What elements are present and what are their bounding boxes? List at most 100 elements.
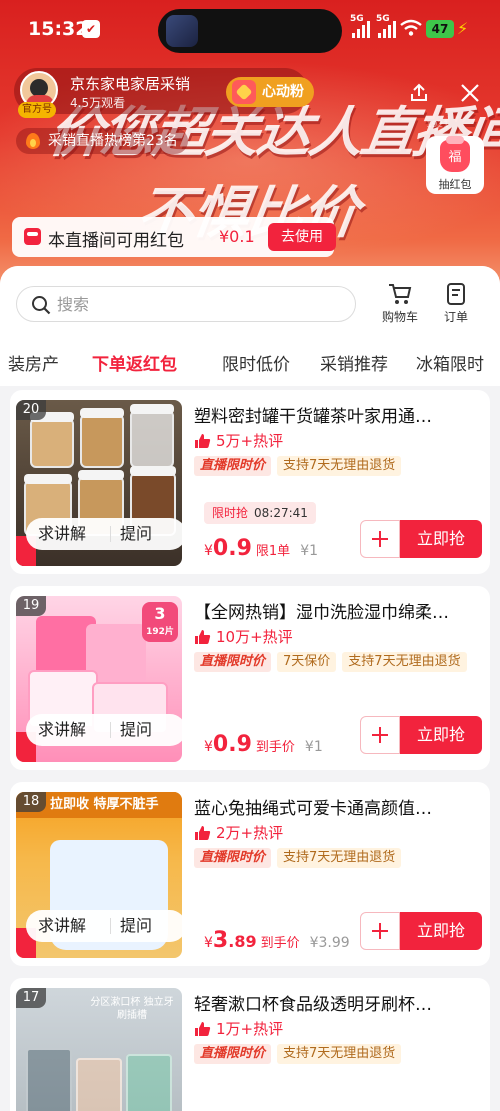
live-price-tag: 直播限时价	[194, 456, 272, 476]
dynamic-island[interactable]	[158, 9, 342, 53]
thumb-actions: 求讲解 提问	[26, 910, 182, 942]
request-explain-button[interactable]: 求讲解	[38, 910, 86, 942]
tab-cashback[interactable]: 下单返红包	[92, 350, 177, 375]
add-to-cart-button[interactable]	[360, 520, 400, 558]
coupon-amount: ¥0.1	[219, 227, 255, 246]
island-app-icon	[166, 15, 198, 47]
ask-question-button[interactable]: 提问	[120, 518, 152, 550]
share-icon[interactable]	[408, 82, 430, 104]
request-explain-button[interactable]: 求讲解	[38, 714, 86, 746]
thumb-actions: 求讲解 提问	[26, 518, 182, 550]
thumb-up-icon	[195, 630, 211, 644]
thumb-actions: 求讲解 提问	[26, 714, 182, 746]
product-title[interactable]: 轻奢漱口杯食品级透明牙刷杯…	[194, 990, 480, 1015]
tag-row: 直播限时价 支持7天无理由退货	[194, 848, 407, 868]
follow-label: 心动粉	[262, 84, 304, 100]
buy-now-button[interactable]: 立即抢	[400, 912, 482, 950]
price: 3	[212, 928, 229, 953]
sheet-header: 购物车 订单 装房产 下单返红包 限时低价 采销推荐 冰箱限时	[0, 266, 500, 386]
live-price-tag: 直播限时价	[194, 652, 272, 672]
service-tag: 7天保价	[277, 652, 337, 672]
product-image[interactable]: 分区漱口杯 独立牙刷插槽 17	[16, 988, 182, 1111]
use-coupon-button[interactable]: 去使用	[268, 223, 336, 251]
service-tag: 支持7天无理由退货	[342, 652, 467, 672]
tag-row: 直播限时价 支持7天无理由退货	[194, 456, 407, 476]
rank-badge: 18	[16, 792, 46, 812]
thumb-up-icon	[195, 1022, 211, 1036]
product-title[interactable]: 【全网热销】湿巾洗脸湿巾绵柔…	[194, 598, 480, 623]
service-tag: 支持7天无理由退货	[277, 848, 402, 868]
tab-flash-price[interactable]: 限时低价	[222, 350, 290, 375]
hot-rank-text: 采销直播热榜第23名	[48, 133, 178, 149]
product-title[interactable]: 塑料密封罐干货罐茶叶家用通…	[194, 402, 480, 427]
search-input[interactable]	[57, 287, 347, 321]
fan-badge-icon	[232, 80, 256, 104]
live-price-tag: 直播限时价	[194, 848, 272, 868]
price-row: ¥3.89 到手价 ¥3.99	[204, 928, 350, 953]
product-image[interactable]: 拉即收 特厚不脏手 18 求讲解 提问	[16, 792, 182, 958]
add-to-cart-button[interactable]	[360, 912, 400, 950]
cart-button[interactable]: 购物车	[374, 282, 426, 326]
live-banner: 价您超关达人直播间 不惧比价 15:32 ✔ 5G 5G 47 ⚡ 官方号 京东…	[0, 0, 500, 300]
close-icon[interactable]	[459, 82, 481, 104]
price: 0	[212, 732, 229, 757]
order-icon	[447, 283, 465, 305]
signal-icon-2	[378, 18, 396, 38]
original-price: ¥3.99	[309, 935, 350, 951]
lucky-bag-button[interactable]: 福 抽红包	[426, 136, 484, 194]
flame-icon	[26, 133, 40, 149]
app-notification-icon: ✔	[82, 20, 100, 38]
view-count: 4.5万观看	[70, 96, 126, 110]
image-caption: 分区漱口杯 独立牙刷插槽	[90, 997, 174, 1021]
cart-label: 购物车	[381, 310, 418, 324]
original-price: ¥1	[300, 543, 319, 559]
review-count: 1万+热评	[194, 1018, 283, 1040]
product-title[interactable]: 蓝心兔抽绳式可爱卡通高颜值…	[194, 794, 480, 819]
hot-rank-badge[interactable]: 采销直播热榜第23名	[16, 128, 188, 154]
product-image[interactable]: 20 求讲解 提问	[16, 400, 182, 566]
thumb-up-icon	[195, 826, 211, 840]
flash-sale-countdown: 限时抢 08:27:41	[204, 502, 316, 524]
ask-question-button[interactable]: 提问	[120, 910, 152, 942]
search-icon	[32, 296, 51, 315]
room-id: 1921	[426, 120, 449, 130]
signal-icon-1	[352, 18, 370, 38]
service-tag: 支持7天无理由退货	[277, 1044, 402, 1064]
status-bar: 15:32 ✔ 5G 5G 47 ⚡	[0, 0, 500, 60]
product-card[interactable]: 20 求讲解 提问 塑料密封罐干货罐茶叶家用通… 5万+热评 直播限时价 支持7天…	[10, 390, 490, 574]
tab-fridge[interactable]: 冰箱限时	[416, 350, 484, 375]
price-note: 到手价	[255, 740, 295, 755]
tab-recommend[interactable]: 采销推荐	[320, 350, 388, 375]
buy-now-button[interactable]: 立即抢	[400, 716, 482, 754]
review-count: 2万+热评	[194, 822, 283, 844]
wifi-icon	[400, 19, 422, 36]
product-card[interactable]: 分区漱口杯 独立牙刷插槽 17 轻奢漱口杯食品级透明牙刷杯… 1万+热评 直播限…	[10, 978, 490, 1111]
add-to-cart-button[interactable]	[360, 716, 400, 754]
product-card[interactable]: 3 192片 19 求讲解 提问 【全网热销】湿巾洗脸湿巾绵柔… 10万+热评 直…	[10, 586, 490, 770]
host-card[interactable]: 官方号 京东家电家居采销 4.5万观看 心动粉	[14, 68, 314, 118]
search-box[interactable]	[16, 286, 356, 322]
orders-button[interactable]: 订单	[430, 282, 482, 326]
image-badge: 3 192片	[142, 602, 178, 642]
thumb-up-icon	[195, 434, 211, 448]
rank-badge: 20	[16, 400, 46, 420]
coupon-icon	[24, 228, 41, 245]
status-time: 15:32	[28, 18, 89, 40]
rank-badge: 19	[16, 596, 46, 616]
buy-now-button[interactable]: 立即抢	[400, 520, 482, 558]
category-tabs: 装房产 下单返红包 限时低价 采销推荐 冰箱限时	[0, 340, 500, 380]
rank-badge: 17	[16, 988, 46, 1008]
price: 0	[212, 536, 229, 561]
coupon-banner[interactable]: 本直播间可用红包 ¥0.1 去使用	[12, 217, 336, 257]
follow-button[interactable]: 心动粉	[226, 77, 314, 107]
price-note: 限1单	[255, 544, 291, 559]
ask-question-button[interactable]: 提问	[120, 714, 152, 746]
price-row: ¥0.9 到手价 ¥1	[204, 732, 323, 757]
tab-decoration[interactable]: 装房产	[8, 350, 59, 375]
cart-icon	[389, 284, 412, 304]
product-image[interactable]: 3 192片 19 求讲解 提问	[16, 596, 182, 762]
request-explain-button[interactable]: 求讲解	[38, 518, 86, 550]
review-count: 10万+热评	[194, 626, 293, 648]
product-card[interactable]: 拉即收 特厚不脏手 18 求讲解 提问 蓝心兔抽绳式可爱卡通高颜值… 2万+热评…	[10, 782, 490, 966]
service-tag: 支持7天无理由退货	[277, 456, 402, 476]
